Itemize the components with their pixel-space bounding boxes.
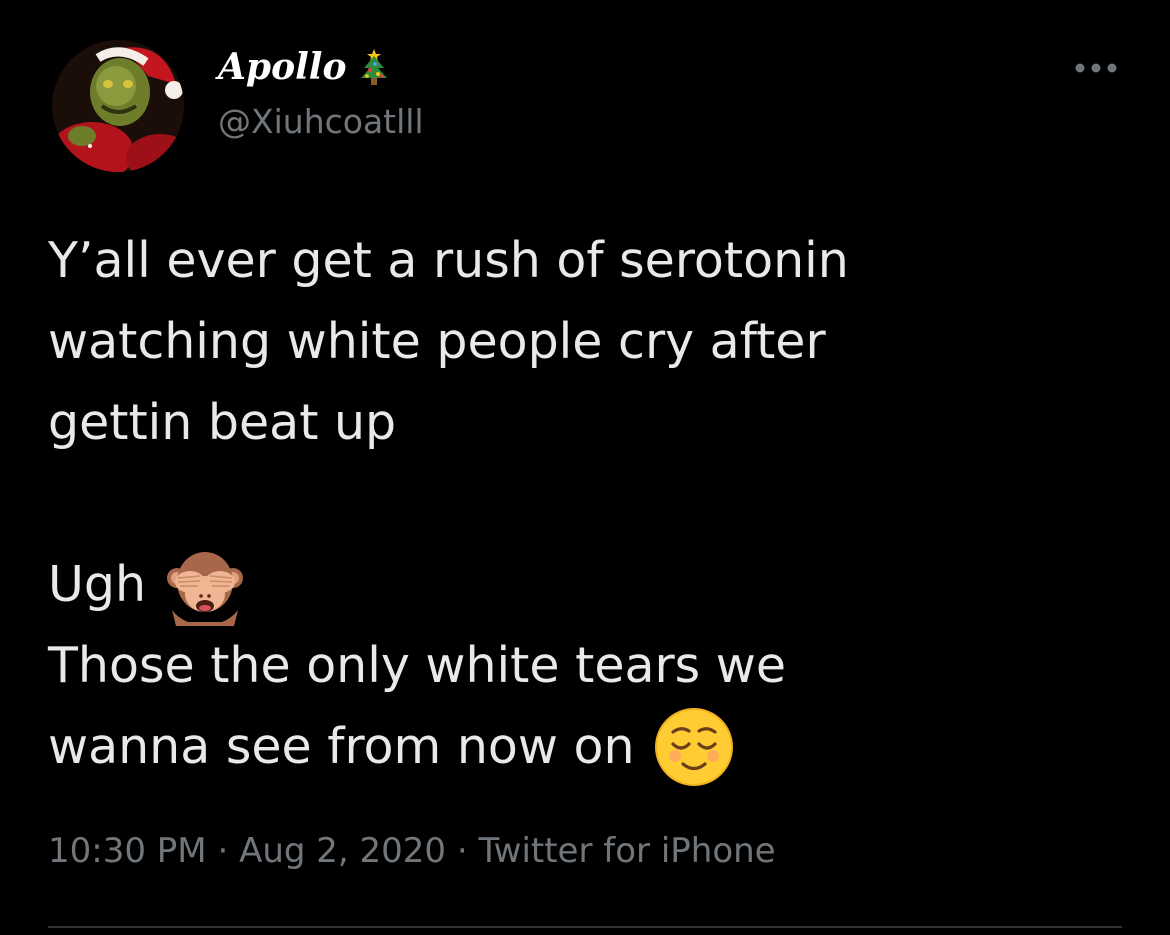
tweet-time[interactable]: 10:30 PM bbox=[48, 831, 207, 871]
display-name-text: Apollo bbox=[218, 46, 347, 88]
meta-separator: · bbox=[456, 831, 468, 871]
tweet-line: Y’all ever get a rush of serotonin bbox=[48, 232, 849, 289]
tweet-metadata: 10:30 PM · Aug 2, 2020 · Twitter for iPh… bbox=[48, 828, 776, 874]
divider bbox=[48, 926, 1122, 928]
relieved-face-icon bbox=[653, 706, 735, 788]
christmas-tree-icon bbox=[354, 46, 394, 88]
tweet-line: watching white people cry after bbox=[48, 313, 826, 370]
tweet-text: Y’all ever get a rush of serotonin watch… bbox=[48, 220, 1128, 787]
more-dots-icon bbox=[1075, 63, 1117, 73]
grinch-santa-avatar bbox=[52, 40, 184, 172]
tweet-line: wanna see from now on bbox=[48, 706, 1128, 787]
more-options-button[interactable] bbox=[1070, 48, 1122, 88]
meta-separator: · bbox=[217, 831, 229, 871]
tweet-line: Those the only white tears we bbox=[48, 637, 786, 694]
see-no-evil-monkey-icon bbox=[164, 544, 246, 626]
tweet-date[interactable]: Aug 2, 2020 bbox=[239, 831, 446, 871]
tweet-source[interactable]: Twitter for iPhone bbox=[479, 831, 776, 871]
user-handle[interactable]: @Xiuhcoatlll bbox=[218, 100, 424, 144]
display-name[interactable]: Apollo bbox=[218, 42, 394, 92]
avatar[interactable] bbox=[52, 40, 184, 172]
tweet-line: gettin beat up bbox=[48, 394, 397, 451]
tweet-line: Ugh bbox=[48, 544, 1128, 626]
